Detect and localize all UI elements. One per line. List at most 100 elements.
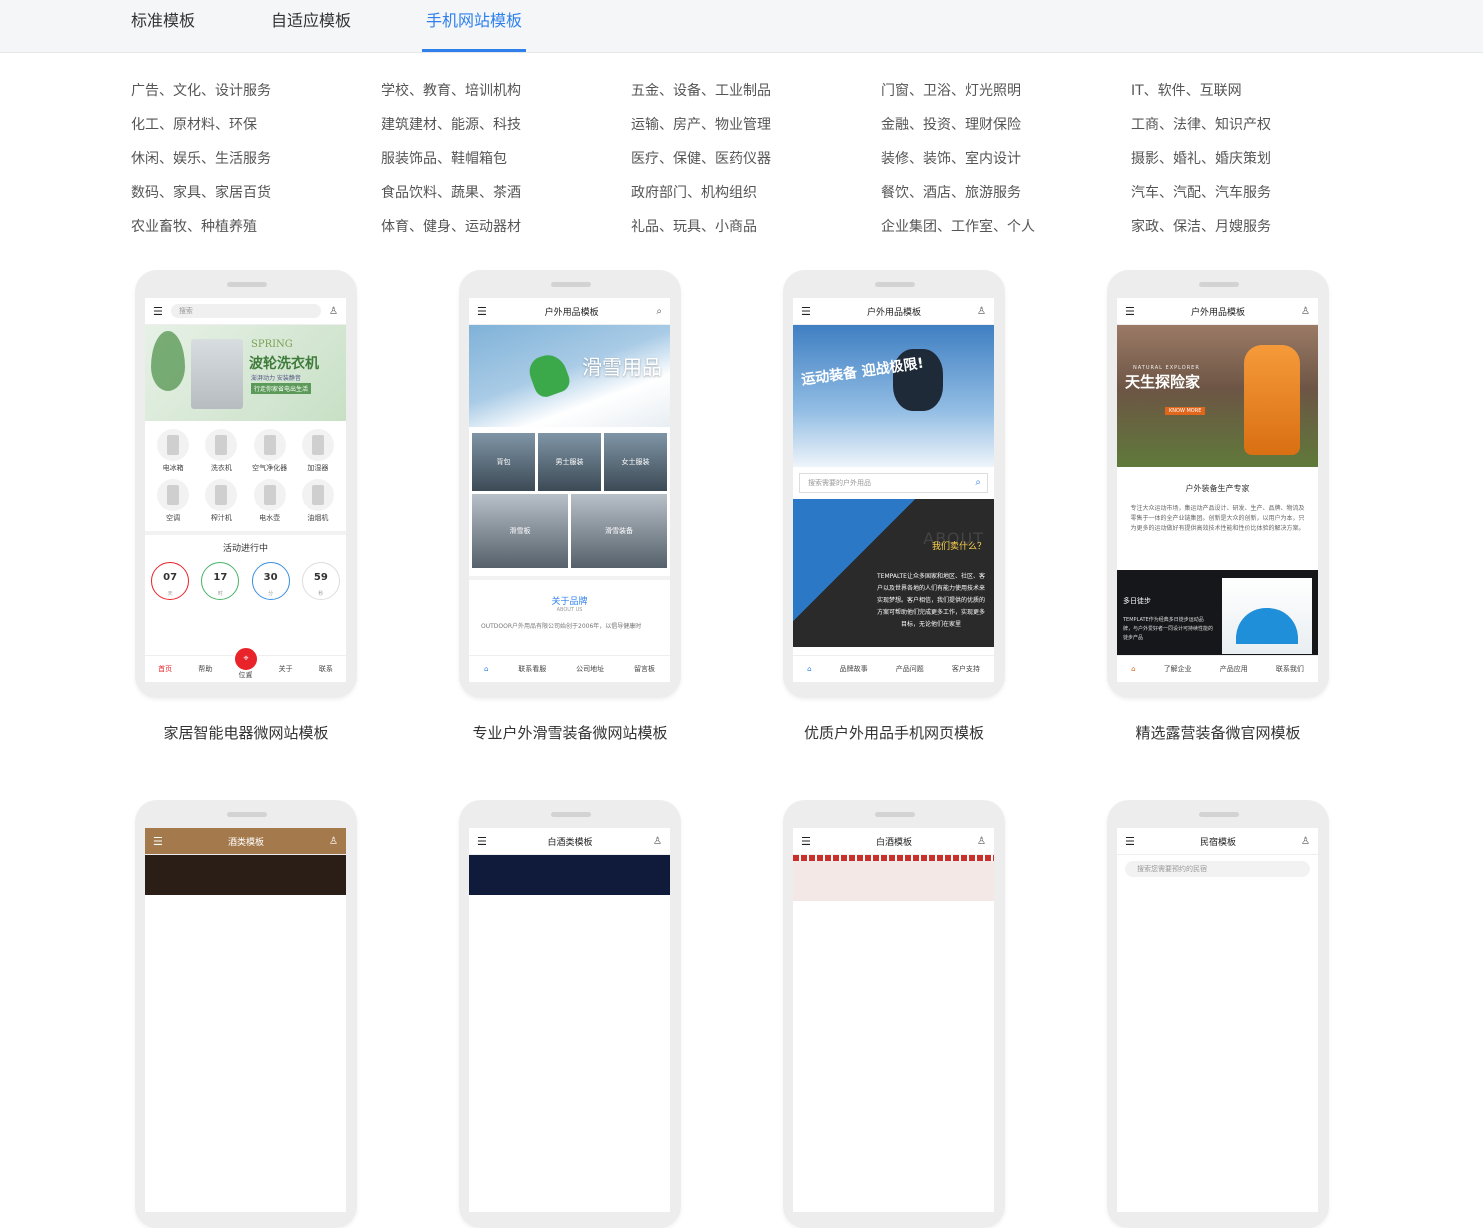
about-panel: ABOUT 我们卖什么？ TEMPALTE让众多国家和地区、社区、客户以及世界各… bbox=[793, 499, 994, 647]
template-preview-card[interactable]: ☰ 白酒模板 ♙ bbox=[783, 800, 1005, 1228]
air-purifier-icon bbox=[253, 429, 286, 461]
category-link[interactable]: 农业畜牧、种植养殖 bbox=[131, 216, 257, 236]
category-link[interactable]: 广告、文化、设计服务 bbox=[131, 80, 271, 100]
user-icon: ♙ bbox=[977, 835, 986, 847]
template-title[interactable]: 家居智能电器微网站模板 bbox=[96, 722, 396, 743]
tab-mobile-templates[interactable]: 手机网站模板 bbox=[421, 0, 527, 52]
kettle-icon bbox=[253, 479, 286, 511]
appliance-label: 油烟机 bbox=[307, 514, 329, 522]
mobile-header: ☰ 白酒模板 ♙ bbox=[793, 828, 994, 855]
user-icon: ♙ bbox=[329, 835, 338, 847]
template-title[interactable]: 专业户外滑雪装备微网站模板 bbox=[420, 722, 720, 743]
template-preview-card[interactable]: ☰ 户外用品模板 ♙ NATURAL EXPLORER 天生探险家 KNOW M… bbox=[1107, 270, 1329, 698]
banner-subtitle: 澎湃动力 安装静音 bbox=[251, 375, 301, 382]
product-tiles-large: 滑雪板 滑雪装备 bbox=[469, 491, 670, 568]
template-preview-card[interactable]: ☰ 白酒类模板 ♙ bbox=[459, 800, 681, 1228]
phone-screen: ☰ 户外用品模板 ♙ 运动装备 迎战极限! 搜索需要的户外用品 ABOUT 我们… bbox=[793, 298, 994, 682]
hiking-title: 多日徒步 bbox=[1123, 597, 1151, 605]
category-link[interactable]: 工商、法律、知识产权 bbox=[1131, 114, 1271, 134]
mobile-header: ☰ 户外用品模板 ♙ bbox=[793, 298, 994, 325]
expert-section: 户外装备生产专家 专注大众运动市场，集运动产品设计、研发、生产、品牌、物流及零售… bbox=[1117, 467, 1318, 534]
appliance-label: 榨汁机 bbox=[210, 514, 232, 522]
category-link[interactable]: 医疗、保健、医药仪器 bbox=[631, 148, 771, 168]
appliance-label: 空调 bbox=[166, 514, 181, 522]
countdown-unit: 时 bbox=[217, 591, 223, 597]
bottom-nav: ⌂ 品牌故事 产品问题 客户支持 bbox=[793, 655, 994, 682]
menu-icon: ☰ bbox=[477, 304, 487, 318]
phone-screen: ☰ 户外用品模板 ⌕ 滑雪用品 背包 男士服装 女士服装 滑雪板 滑雪装备 关于… bbox=[469, 298, 670, 682]
location-pin-icon: ⌖ bbox=[233, 646, 259, 672]
template-preview-card[interactable]: ☰ 搜索 ♙ SPRING 波轮洗衣机 澎湃动力 安装静音 行走你家省电出生活 … bbox=[135, 270, 357, 698]
appliance-item: 油烟机 bbox=[294, 479, 342, 523]
category-link[interactable]: 食品饮料、蔬果、茶酒 bbox=[381, 182, 521, 202]
category-link[interactable]: 运输、房产、物业管理 bbox=[631, 114, 771, 134]
nav-help: 帮助 bbox=[198, 665, 213, 673]
phone-speaker bbox=[875, 812, 915, 817]
tab-responsive-templates[interactable]: 自适应模板 bbox=[271, 0, 351, 52]
category-link[interactable]: 餐饮、酒店、旅游服务 bbox=[881, 182, 1021, 202]
plant-decoration bbox=[151, 331, 185, 391]
countdown-minutes: 30 分 bbox=[251, 562, 290, 600]
mobile-header: ☰ 民宿模板 ♙ bbox=[1117, 828, 1318, 855]
countdown-value: 17 bbox=[213, 572, 228, 583]
category-link[interactable]: 五金、设备、工业制品 bbox=[631, 80, 771, 100]
countdown: 07 天 17 时 30 分 59 秒 bbox=[145, 562, 346, 600]
template-type-tabs: 标准模板 自适应模板 手机网站模板 bbox=[0, 0, 1483, 53]
mobile-header-title: 白酒模板 bbox=[875, 837, 912, 848]
countdown-seconds: 59 秒 bbox=[301, 562, 340, 600]
category-link[interactable]: 数码、家具、家居百货 bbox=[131, 182, 271, 202]
banner-tag: 行走你家省电出生活 bbox=[251, 383, 312, 394]
appliance-label: 电冰箱 bbox=[162, 464, 184, 472]
category-link[interactable]: 装修、装饰、室内设计 bbox=[881, 148, 1021, 168]
template-preview-card[interactable]: ☰ 户外用品模板 ⌕ 滑雪用品 背包 男士服装 女士服装 滑雪板 滑雪装备 关于… bbox=[459, 270, 681, 698]
template-preview-card[interactable]: ☰ 民宿模板 ♙ 搜索您需要预约的民宿 bbox=[1107, 800, 1329, 1228]
template-title[interactable]: 优质户外用品手机网页模板 bbox=[744, 722, 1044, 743]
category-link[interactable]: 家政、保洁、月嫂服务 bbox=[1131, 216, 1271, 236]
about-title: 关于品牌 bbox=[551, 597, 588, 607]
nav-item: 产品问题 bbox=[895, 665, 924, 673]
category-link[interactable]: 企业集团、工作室、个人 bbox=[881, 216, 1035, 236]
category-link[interactable]: 汽车、汽配、汽车服务 bbox=[1131, 182, 1271, 202]
mobile-header-title: 户外用品模板 bbox=[1190, 307, 1245, 318]
nav-item: 客户支持 bbox=[951, 665, 980, 673]
hero-title: 天生探险家 bbox=[1125, 373, 1201, 391]
mobile-header: ☰ 搜索 ♙ bbox=[145, 298, 346, 325]
category-link[interactable]: 休闲、娱乐、生活服务 bbox=[131, 148, 271, 168]
washing-machine-image bbox=[191, 339, 243, 409]
category-link[interactable]: 礼品、玩具、小商品 bbox=[631, 216, 757, 236]
category-link[interactable]: IT、软件、互联网 bbox=[1131, 80, 1242, 100]
mobile-header-title: 户外用品模板 bbox=[866, 307, 921, 318]
category-link[interactable]: 服装饰品、鞋帽箱包 bbox=[381, 148, 507, 168]
template-preview-card[interactable]: ☰ 户外用品模板 ♙ 运动装备 迎战极限! 搜索需要的户外用品 ABOUT 我们… bbox=[783, 270, 1005, 698]
category-link[interactable]: 政府部门、机构组织 bbox=[631, 182, 757, 202]
humidifier-icon bbox=[301, 429, 334, 461]
category-link[interactable]: 学校、教育、培训机构 bbox=[381, 80, 521, 100]
template-title[interactable]: 精选露营装备微官网模板 bbox=[1068, 722, 1368, 743]
appliance-item: 电冰箱 bbox=[149, 429, 197, 473]
category-link[interactable]: 建筑建材、能源、科技 bbox=[381, 114, 521, 134]
phone-speaker bbox=[1199, 282, 1239, 287]
category-link[interactable]: 化工、原材料、环保 bbox=[131, 114, 257, 134]
about-text: TEMPALTE让众多国家和地区、社区、客户以及世界各地的人们有能力使用技术来实… bbox=[876, 573, 985, 628]
search-input: 搜索您需要预约的民宿 bbox=[1125, 861, 1310, 877]
hero-image bbox=[793, 861, 994, 901]
hero-title: 滑雪用品 bbox=[582, 355, 662, 379]
mobile-header: ☰ 白酒类模板 ♙ bbox=[469, 828, 670, 855]
menu-icon: ☰ bbox=[1125, 304, 1135, 318]
phone-speaker bbox=[551, 282, 591, 287]
appliance-label: 洗衣机 bbox=[210, 464, 232, 472]
menu-icon: ☰ bbox=[477, 834, 487, 848]
snowboard-hero-image: 运动装备 迎战极限! bbox=[793, 325, 994, 467]
bottom-nav: ⌂ 了解企业 产品应用 联系我们 bbox=[1117, 655, 1318, 682]
countdown-value: 59 bbox=[313, 572, 328, 583]
category-link[interactable]: 摄影、婚礼、婚庆策划 bbox=[1131, 148, 1271, 168]
category-link[interactable]: 体育、健身、运动器材 bbox=[381, 216, 521, 236]
category-link[interactable]: 金融、投资、理财保险 bbox=[881, 114, 1021, 134]
skier-figure bbox=[525, 350, 573, 400]
category-link[interactable]: 门窗、卫浴、灯光照明 bbox=[881, 80, 1021, 100]
template-preview-card[interactable]: ☰ 酒类模板 ♙ bbox=[135, 800, 357, 1228]
bottom-nav: ⌂ 联系看服 公司地址 留言板 bbox=[469, 655, 670, 682]
banner-image: SPRING 波轮洗衣机 澎湃动力 安装静音 行走你家省电出生活 bbox=[145, 325, 346, 421]
appliance-item: 榨汁机 bbox=[197, 479, 245, 523]
tab-standard-templates[interactable]: 标准模板 bbox=[131, 0, 195, 52]
